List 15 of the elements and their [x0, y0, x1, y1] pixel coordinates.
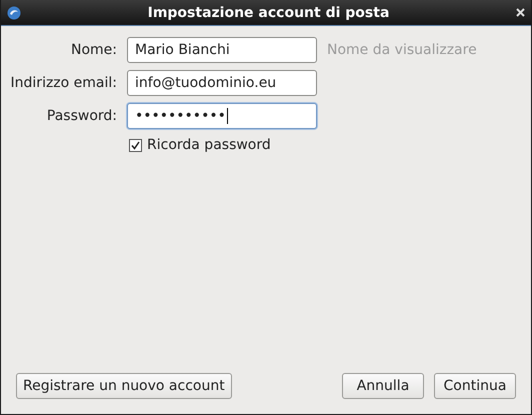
input-field[interactable]: Mario Bianchi	[127, 37, 317, 63]
check-icon	[131, 140, 140, 150]
field-label: Indirizzo email:	[10, 75, 117, 91]
field-label: Password:	[46, 108, 117, 124]
window-title: Impostazione account di posta	[146, 4, 390, 20]
input-field[interactable]: info@tuodominio.eu	[127, 70, 317, 96]
dialog-button[interactable]: Registrare un nuovo account	[16, 373, 232, 399]
dialog-button[interactable]: Continua	[434, 373, 516, 399]
field-label: Nome:	[70, 42, 117, 58]
remember-password-checkbox[interactable]: Ricorda password	[129, 137, 516, 153]
input-field[interactable]: •••••••••••	[127, 103, 317, 129]
mail-app-icon	[7, 6, 21, 20]
close-icon[interactable]	[516, 8, 525, 17]
dialog-button[interactable]: Annulla	[342, 373, 424, 399]
field-hint: Nome da visualizzare	[327, 42, 478, 58]
